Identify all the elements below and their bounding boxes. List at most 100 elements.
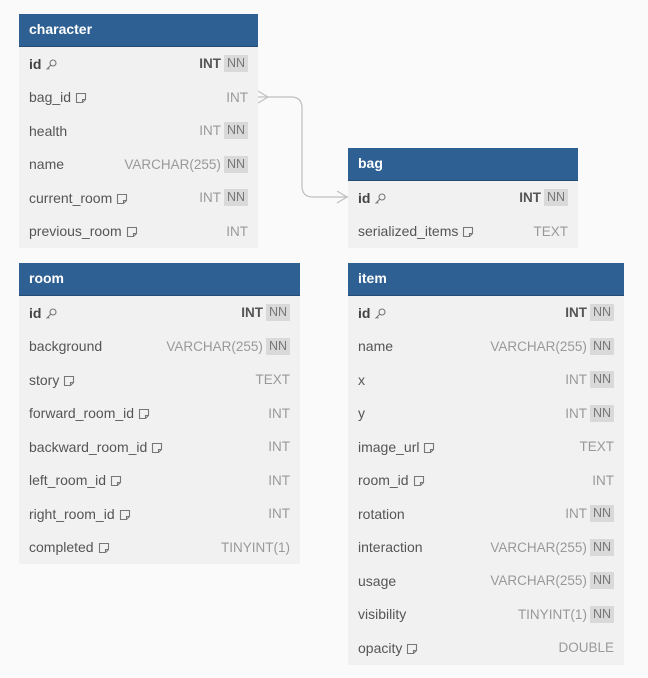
field-row[interactable]: opacity DOUBLE	[348, 631, 624, 665]
note-icon[interactable]	[126, 225, 138, 238]
field-type: INT	[592, 472, 614, 488]
note-icon[interactable]	[423, 441, 435, 453]
field-row[interactable]: backward_room_id INT	[19, 430, 300, 464]
field-row[interactable]: name VARCHAR(255) NN	[19, 148, 258, 182]
field-row[interactable]: serialized_items TEXT	[348, 215, 578, 249]
field-type: VARCHAR(255)	[490, 338, 587, 354]
note-icon[interactable]	[151, 441, 163, 453]
field-row[interactable]: completed TINYINT(1)	[19, 531, 300, 565]
field-row[interactable]: health INT NN	[19, 114, 258, 148]
field-type-wrap: TINYINT(1) NN	[518, 605, 614, 623]
note-icon[interactable]	[406, 642, 418, 654]
table-header[interactable]: bag	[348, 148, 578, 181]
field-row[interactable]: forward_room_id INT	[19, 397, 300, 431]
table-bag[interactable]: bag id INT NN serialized_items TEXT	[348, 148, 578, 248]
field-type: INT	[226, 89, 248, 105]
field-row[interactable]: background VARCHAR(255) NN	[19, 330, 300, 364]
field-row[interactable]: previous_room INT	[19, 215, 258, 249]
field-row[interactable]: image_url TEXT	[348, 430, 624, 464]
field-type-wrap: TEXT	[255, 372, 290, 387]
field-row[interactable]: id INT NN	[348, 296, 624, 330]
field-name: opacity	[358, 639, 403, 656]
field-row[interactable]: y INT NN	[348, 397, 624, 431]
relation-end-marker-one	[336, 190, 349, 204]
note-icon[interactable]	[98, 541, 110, 554]
field-type: VARCHAR(255)	[490, 539, 587, 555]
field-row[interactable]: usage VARCHAR(255) NN	[348, 564, 624, 598]
field-row[interactable]: interaction VARCHAR(255) NN	[348, 531, 624, 565]
field-row[interactable]: room_id INT	[348, 464, 624, 498]
note-icon[interactable]	[462, 225, 474, 238]
field-type-wrap: INT NN	[241, 304, 290, 322]
field-name-wrap: serialized_items	[358, 223, 474, 239]
field-type: TINYINT(1)	[221, 539, 290, 555]
field-type-wrap: INT	[226, 224, 248, 239]
key-icon	[374, 307, 387, 319]
field-type-wrap: INT	[268, 439, 290, 454]
field-row[interactable]: id INT NN	[348, 181, 578, 215]
field-type: INT	[565, 506, 587, 522]
field-type-wrap: VARCHAR(255) NN	[166, 337, 290, 355]
field-row[interactable]: name VARCHAR(255) NN	[348, 330, 624, 364]
field-type: INT	[199, 56, 221, 72]
field-name-wrap: opacity	[358, 640, 418, 656]
not-null-badge: NN	[589, 404, 614, 422]
field-name: name	[358, 338, 394, 355]
note-icon[interactable]	[119, 508, 131, 520]
table-header[interactable]: character	[19, 14, 258, 47]
field-row[interactable]: left_room_id INT	[19, 464, 300, 498]
field-type-wrap: TEXT	[579, 439, 614, 454]
field-type-wrap: INT NN	[519, 189, 568, 207]
note-icon[interactable]	[110, 474, 122, 487]
field-type: INT	[199, 190, 221, 206]
field-name: usage	[358, 572, 397, 589]
field-row[interactable]: story TEXT	[19, 363, 300, 397]
field-row[interactable]: id INT NN	[19, 47, 258, 81]
note-icon[interactable]	[413, 474, 425, 487]
field-name: id	[29, 55, 42, 72]
note-icon[interactable]	[63, 374, 75, 386]
field-row[interactable]: id INT NN	[19, 296, 300, 330]
field-type-wrap: INT NN	[565, 404, 614, 422]
field-name: interaction	[358, 539, 423, 556]
field-name-wrap: background	[29, 338, 102, 354]
er-diagram-canvas: character id INT NN bag_id INT health INT NN name…	[0, 0, 648, 678]
field-row[interactable]: rotation INT NN	[348, 497, 624, 531]
field-row[interactable]: visibility TINYINT(1) NN	[348, 598, 624, 632]
note-icon[interactable]	[116, 192, 128, 204]
field-type: VARCHAR(255)	[166, 338, 263, 354]
field-type: INT	[565, 305, 587, 321]
table-header[interactable]: item	[348, 263, 624, 296]
note-icon[interactable]	[138, 407, 150, 420]
field-name: story	[29, 371, 60, 388]
not-null-badge: NN	[589, 605, 614, 623]
field-name: y	[358, 405, 365, 422]
field-name: forward_room_id	[29, 405, 135, 422]
table-header[interactable]: room	[19, 263, 300, 296]
field-row[interactable]: bag_id INT	[19, 81, 258, 115]
relation-line-character-bag_id-to-bag-id[interactable]	[258, 96, 348, 198]
field-name-wrap: id	[29, 55, 58, 72]
field-name-wrap: name	[358, 338, 393, 354]
table-item[interactable]: item id INT NN name VARCHAR(255) NN x INT NN y INT N…	[348, 263, 624, 665]
field-type: TEXT	[579, 439, 614, 455]
field-type-wrap: VARCHAR(255) NN	[490, 337, 614, 355]
field-type-wrap: INT NN	[199, 189, 248, 207]
table-room[interactable]: room id INT NN background VARCHAR(255) NN story…	[19, 263, 300, 564]
not-null-badge: NN	[543, 189, 568, 207]
table-character[interactable]: character id INT NN bag_id INT health INT NN name…	[19, 14, 258, 248]
field-row[interactable]: right_room_id INT	[19, 497, 300, 531]
field-type: INT	[226, 223, 248, 239]
field-name: visibility	[358, 606, 407, 623]
note-icon[interactable]	[75, 91, 87, 104]
field-name-wrap: y	[358, 405, 365, 421]
field-row[interactable]: current_room INT NN	[19, 181, 258, 215]
key-icon	[45, 58, 58, 70]
field-name-wrap: id	[358, 190, 387, 206]
field-row[interactable]: x INT NN	[348, 363, 624, 397]
field-name: x	[358, 371, 365, 388]
field-name-wrap: backward_room_id	[29, 439, 163, 455]
field-type: INT	[241, 305, 263, 321]
field-type: TEXT	[533, 223, 568, 239]
field-type-wrap: INT NN	[199, 122, 248, 140]
